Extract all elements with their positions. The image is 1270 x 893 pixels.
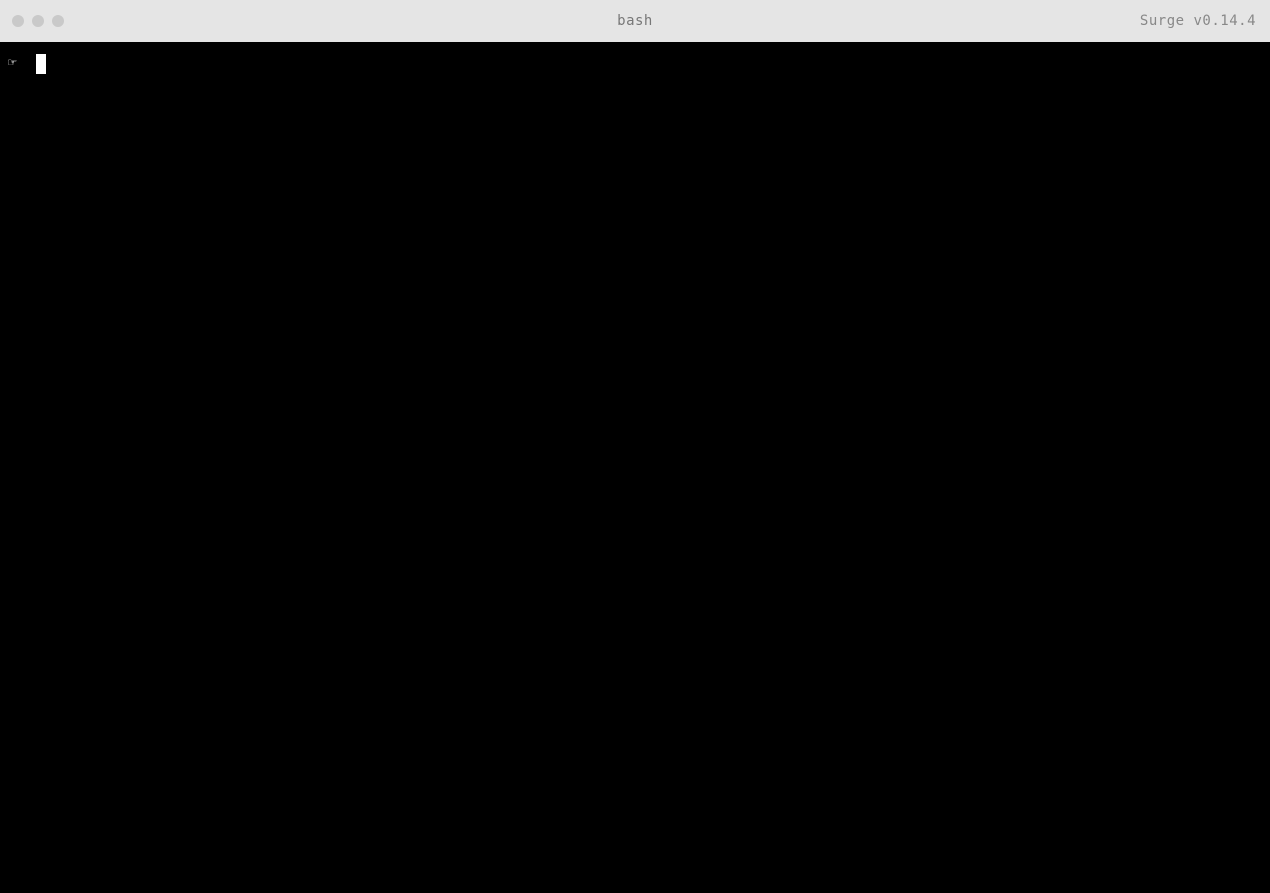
minimize-window-button[interactable] (32, 15, 44, 27)
terminal-area[interactable]: ☞ (0, 42, 1270, 893)
cursor-icon (36, 54, 46, 74)
window-title: bash (617, 13, 653, 29)
close-window-button[interactable] (12, 15, 24, 27)
window-titlebar: bash Surge v0.14.4 (0, 0, 1270, 42)
traffic-lights (12, 15, 64, 27)
maximize-window-button[interactable] (52, 15, 64, 27)
prompt-symbol: ☞ (8, 54, 16, 74)
app-version-label: Surge v0.14.4 (1140, 13, 1256, 29)
prompt-line: ☞ (8, 54, 1262, 74)
